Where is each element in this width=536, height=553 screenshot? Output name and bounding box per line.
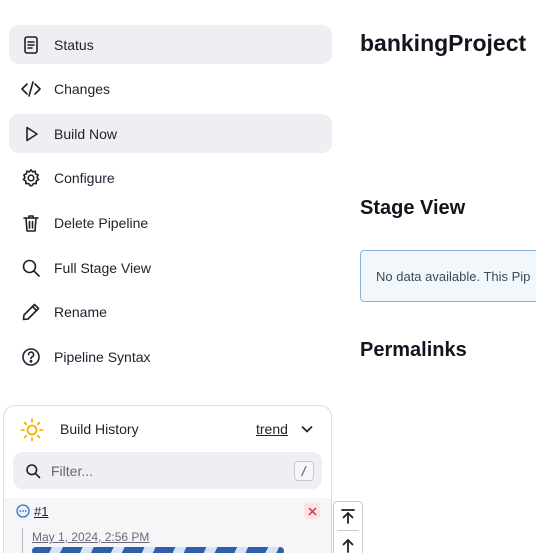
permalinks-heading: Permalinks (360, 339, 467, 361)
sidebar-item-label: Changes (54, 80, 111, 97)
sidebar-item-changes[interactable]: Changes (9, 69, 332, 108)
sun-icon (20, 418, 44, 442)
close-icon (308, 507, 316, 515)
stage-view-notice: No data available. This Pip (360, 250, 536, 302)
sidebar-item-delete-pipeline[interactable]: Delete Pipeline (9, 203, 332, 242)
sidebar-item-pipeline-syntax[interactable]: Pipeline Syntax (9, 337, 332, 376)
gear-icon (20, 167, 42, 189)
build-date-link[interactable]: May 1, 2024, 2:56 PM (32, 530, 149, 544)
stage-view-heading: Stage View (360, 197, 466, 219)
build-number-link[interactable]: #1 (34, 504, 48, 519)
scroll-to-top-button[interactable] (334, 502, 362, 530)
sidebar-item-configure[interactable]: Configure (9, 158, 332, 197)
sidebar-item-full-stage-view[interactable]: Full Stage View (9, 248, 332, 287)
trash-icon (20, 212, 42, 234)
chevron-down-icon[interactable] (300, 422, 314, 436)
arrow-to-top-icon (341, 509, 355, 524)
sidebar-item-label: Configure (54, 169, 115, 186)
sidebar-item-build-now[interactable]: Build Now (9, 114, 332, 153)
in-progress-status-icon (16, 504, 30, 518)
sidebar-item-label: Delete Pipeline (54, 214, 149, 231)
sidebar-item-rename[interactable]: Rename (9, 292, 332, 331)
sidebar-item-label: Pipeline Syntax (54, 348, 151, 365)
arrow-up-icon (342, 539, 354, 553)
trend-link[interactable]: trend (256, 421, 288, 437)
scroll-controls (333, 501, 363, 553)
sidebar-item-label: Full Stage View (54, 259, 152, 276)
build-progress-bar (32, 547, 284, 553)
sidebar-item-label: Rename (54, 303, 107, 320)
build-row (4, 498, 331, 553)
build-history-panel: Build History trend / #1 May 1, 2024, 2:… (3, 405, 332, 553)
play-icon (20, 123, 42, 145)
sidebar-item-label: Build Now (54, 125, 118, 142)
keyboard-shortcut-hint: / (294, 461, 314, 481)
sidebar-item-status[interactable]: Status (9, 25, 332, 64)
search-icon (20, 257, 42, 279)
code-icon (20, 78, 42, 100)
pencil-icon (20, 301, 42, 323)
tree-connector (22, 528, 23, 553)
search-icon (26, 463, 41, 478)
help-circle-icon (20, 346, 42, 368)
scroll-up-button[interactable] (334, 531, 362, 553)
build-progress-fill (32, 547, 284, 553)
abort-build-button[interactable] (304, 503, 320, 519)
build-history-title: Build History (60, 421, 139, 437)
page-title: bankingProject (360, 30, 527, 56)
filter-input[interactable] (51, 462, 271, 479)
build-filter[interactable]: / (13, 452, 322, 489)
stage-view-notice-text: No data available. This Pip (376, 268, 531, 284)
build-history-header: Build History trend (4, 406, 331, 454)
sidebar-item-label: Status (54, 36, 94, 53)
document-icon (20, 34, 42, 56)
